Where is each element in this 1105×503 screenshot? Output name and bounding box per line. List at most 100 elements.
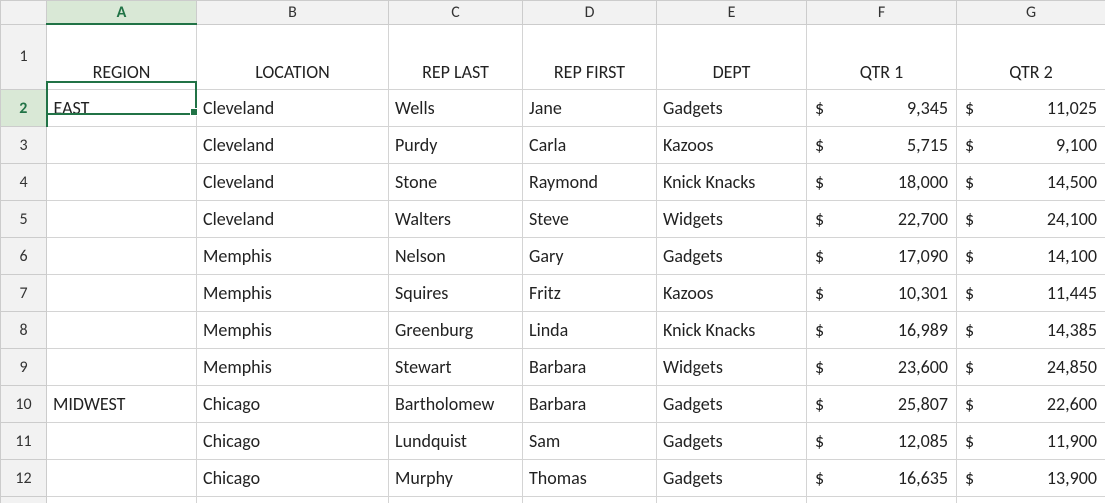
cell-F11[interactable]: $12,085 — [807, 423, 957, 460]
cell-B3[interactable]: Cleveland — [197, 127, 389, 164]
cell-C10[interactable]: Bartholomew — [389, 386, 523, 423]
cell-B2[interactable]: Cleveland — [197, 90, 389, 127]
row-header-13[interactable]: 13 — [1, 497, 47, 503]
cell-B9[interactable]: Memphis — [197, 349, 389, 386]
cell-A8[interactable] — [47, 312, 197, 349]
cell-G11[interactable]: $11,900 — [957, 423, 1105, 460]
cell-D7[interactable]: Fritz — [523, 275, 657, 312]
cell-D3[interactable]: Carla — [523, 127, 657, 164]
cell-G8[interactable]: $14,385 — [957, 312, 1105, 349]
cell-E3[interactable]: Kazoos — [657, 127, 807, 164]
row-header-2[interactable]: 2 — [1, 90, 47, 127]
cell-D5[interactable]: Steve — [523, 201, 657, 238]
row-header-7[interactable]: 7 — [1, 275, 47, 312]
cell-G6[interactable]: $14,100 — [957, 238, 1105, 275]
cell-G5[interactable]: $24,100 — [957, 201, 1105, 238]
row-header-9[interactable]: 9 — [1, 349, 47, 386]
cell-F1[interactable]: QTR 1 — [807, 24, 957, 90]
cell-D2[interactable]: Jane — [523, 90, 657, 127]
cell-D13[interactable]: Paul — [523, 497, 657, 503]
cell-E9[interactable]: Widgets — [657, 349, 807, 386]
cell-F9[interactable]: $23,600 — [807, 349, 957, 386]
cell-A13[interactable] — [47, 497, 197, 503]
cell-E10[interactable]: Gadgets — [657, 386, 807, 423]
cell-C8[interactable]: Greenburg — [389, 312, 523, 349]
row-header-8[interactable]: 8 — [1, 312, 47, 349]
cell-C11[interactable]: Lundquist — [389, 423, 523, 460]
cell-F13[interactable]: $18,455 — [807, 497, 957, 503]
cell-G7[interactable]: $11,445 — [957, 275, 1105, 312]
col-header-G[interactable]: G — [957, 1, 1105, 25]
cell-B1[interactable]: LOCATION — [197, 24, 389, 90]
cell-F10[interactable]: $25,807 — [807, 386, 957, 423]
col-header-E[interactable]: E — [657, 1, 807, 25]
cell-D11[interactable]: Sam — [523, 423, 657, 460]
cell-G12[interactable]: $13,900 — [957, 460, 1105, 497]
cell-C12[interactable]: Murphy — [389, 460, 523, 497]
cell-A11[interactable] — [47, 423, 197, 460]
cell-G3[interactable]: $9,100 — [957, 127, 1105, 164]
cell-B11[interactable]: Chicago — [197, 423, 389, 460]
col-header-B[interactable]: B — [197, 1, 389, 25]
cell-G1[interactable]: QTR 2 — [957, 24, 1105, 90]
cell-A7[interactable] — [47, 275, 197, 312]
cell-C6[interactable]: Nelson — [389, 238, 523, 275]
row-header-4[interactable]: 4 — [1, 164, 47, 201]
cell-C2[interactable]: Wells — [389, 90, 523, 127]
cell-A5[interactable] — [47, 201, 197, 238]
cell-G2[interactable]: $11,025 — [957, 90, 1105, 127]
cell-E1[interactable]: DEPT — [657, 24, 807, 90]
cell-E6[interactable]: Gadgets — [657, 238, 807, 275]
cell-F6[interactable]: $17,090 — [807, 238, 957, 275]
select-all-corner[interactable] — [1, 1, 47, 25]
cell-E12[interactable]: Gadgets — [657, 460, 807, 497]
cell-A10[interactable]: MIDWEST — [47, 386, 197, 423]
cell-C1[interactable]: REP LAST — [389, 24, 523, 90]
cell-C4[interactable]: Stone — [389, 164, 523, 201]
cell-F4[interactable]: $18,000 — [807, 164, 957, 201]
cell-B6[interactable]: Memphis — [197, 238, 389, 275]
cell-E4[interactable]: Knick Knacks — [657, 164, 807, 201]
row-header-11[interactable]: 11 — [1, 423, 47, 460]
cell-E7[interactable]: Kazoos — [657, 275, 807, 312]
cell-B12[interactable]: Chicago — [197, 460, 389, 497]
cell-D4[interactable]: Raymond — [523, 164, 657, 201]
cell-C5[interactable]: Walters — [389, 201, 523, 238]
cell-C3[interactable]: Purdy — [389, 127, 523, 164]
cell-E8[interactable]: Knick Knacks — [657, 312, 807, 349]
cell-A3[interactable] — [47, 127, 197, 164]
cell-A12[interactable] — [47, 460, 197, 497]
cell-A1[interactable]: REGION — [47, 24, 197, 90]
cell-F3[interactable]: $5,715 — [807, 127, 957, 164]
col-header-A[interactable]: A — [47, 1, 197, 25]
cell-E2[interactable]: Gadgets — [657, 90, 807, 127]
row-header-5[interactable]: 5 — [1, 201, 47, 238]
cell-C7[interactable]: Squires — [389, 275, 523, 312]
cell-A9[interactable] — [47, 349, 197, 386]
cell-C9[interactable]: Stewart — [389, 349, 523, 386]
cell-G10[interactable]: $22,600 — [957, 386, 1105, 423]
cell-A6[interactable] — [47, 238, 197, 275]
cell-D10[interactable]: Barbara — [523, 386, 657, 423]
cell-G9[interactable]: $24,850 — [957, 349, 1105, 386]
cell-B5[interactable]: Cleveland — [197, 201, 389, 238]
cell-G4[interactable]: $14,500 — [957, 164, 1105, 201]
cell-F5[interactable]: $22,700 — [807, 201, 957, 238]
cell-F12[interactable]: $16,635 — [807, 460, 957, 497]
cell-E5[interactable]: Widgets — [657, 201, 807, 238]
cell-F7[interactable]: $10,301 — [807, 275, 957, 312]
row-header-12[interactable]: 12 — [1, 460, 47, 497]
col-header-C[interactable]: C — [389, 1, 523, 25]
col-header-F[interactable]: F — [807, 1, 957, 25]
row-header-10[interactable]: 10 — [1, 386, 47, 423]
cell-B4[interactable]: Cleveland — [197, 164, 389, 201]
row-header-6[interactable]: 6 — [1, 238, 47, 275]
cell-D9[interactable]: Barbara — [523, 349, 657, 386]
cell-G13[interactable]: $20,300 — [957, 497, 1105, 503]
cell-D6[interactable]: Gary — [523, 238, 657, 275]
cell-B8[interactable]: Memphis — [197, 312, 389, 349]
cell-B10[interactable]: Chicago — [197, 386, 389, 423]
cell-F2[interactable]: $9,345 — [807, 90, 957, 127]
row-header-1[interactable]: 1 — [1, 24, 47, 90]
cell-C13[interactable]: Blankens — [389, 497, 523, 503]
